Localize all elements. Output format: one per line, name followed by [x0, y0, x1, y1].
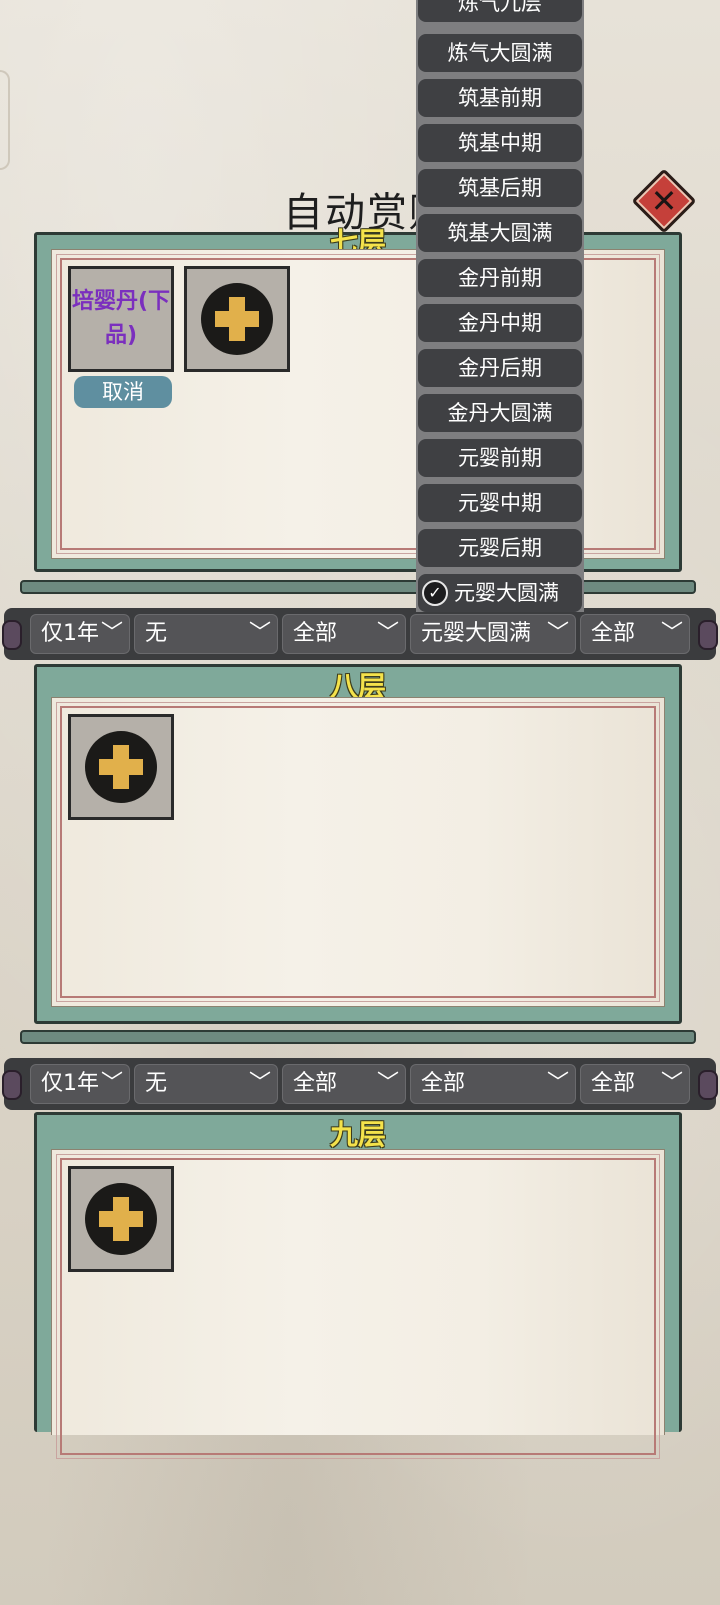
duration-dropdown[interactable]: 仅1年 ﹀: [30, 614, 130, 654]
chevron-down-icon: ﹀: [546, 621, 569, 646]
chevron-down-icon: ﹀: [660, 1071, 683, 1096]
cancel-button[interactable]: 取消: [74, 376, 172, 408]
reward-slot-item[interactable]: 培婴丹(下品): [68, 266, 174, 372]
bar-end-cap: [2, 1070, 22, 1100]
plus-icon: [85, 1183, 157, 1255]
dropdown-option[interactable]: 金丹大圆满: [418, 394, 582, 432]
checkmark-icon: ✓: [422, 580, 448, 606]
dropdown-option[interactable]: 筑基中期: [418, 124, 582, 162]
close-icon[interactable]: ✕: [641, 178, 687, 224]
dropdown-option[interactable]: 元婴前期: [418, 439, 582, 477]
panel-paper: [51, 697, 665, 1007]
category-dropdown[interactable]: 全部 ﹀: [282, 614, 406, 654]
tier-panel-9: 九层: [34, 1112, 682, 1459]
chevron-down-icon: ﹀: [376, 1071, 399, 1096]
duration-dropdown[interactable]: 仅1年 ﹀: [30, 1064, 130, 1104]
misc-dropdown[interactable]: 全部 ﹀: [580, 1064, 690, 1104]
dropdown-option[interactable]: 筑基大圆满: [418, 214, 582, 252]
plus-icon: [85, 731, 157, 803]
type-dropdown[interactable]: 无 ﹀: [134, 614, 278, 654]
bar-end-cap: [698, 620, 718, 650]
item-name: 培婴丹(下品): [71, 289, 171, 348]
misc-dropdown[interactable]: 全部 ﹀: [580, 614, 690, 654]
dropdown-option[interactable]: 炼气大圆满: [418, 34, 582, 72]
dropdown-option[interactable]: 元婴后期: [418, 529, 582, 567]
realm-dropdown[interactable]: 全部 ﹀: [410, 1064, 576, 1104]
dropdown-option[interactable]: 炼气九层: [418, 0, 582, 22]
category-dropdown[interactable]: 全部 ﹀: [282, 1064, 406, 1104]
bar-end-cap: [2, 620, 22, 650]
scroll-rod: [20, 580, 696, 594]
chevron-down-icon: ﹀: [660, 621, 683, 646]
realm-dropdown[interactable]: 元婴大圆满 ﹀: [410, 614, 576, 654]
chevron-down-icon: ﹀: [248, 621, 271, 646]
dropdown-option[interactable]: 元婴中期: [418, 484, 582, 522]
plus-icon: [201, 283, 273, 355]
scroll-rod: [20, 1030, 696, 1044]
chevron-down-icon: ﹀: [100, 621, 123, 646]
dropdown-option[interactable]: 金丹中期: [418, 304, 582, 342]
chevron-down-icon: ﹀: [100, 1071, 123, 1096]
dropdown-option[interactable]: 筑基后期: [418, 169, 582, 207]
add-reward-slot[interactable]: [184, 266, 290, 372]
dropdown-option-selected[interactable]: ✓ 元婴大圆满: [418, 574, 582, 612]
realm-dropdown-list: 炼气九层 炼气大圆满 筑基前期 筑基中期 筑基后期 筑基大圆满 金丹前期 金丹中…: [416, 0, 584, 612]
filter-bar: 仅1年 ﹀ 无 ﹀ 全部 ﹀ 全部 ﹀ 全部 ﹀: [2, 1058, 718, 1110]
add-reward-slot[interactable]: [68, 714, 174, 820]
side-handle: [0, 70, 10, 170]
chevron-down-icon: ﹀: [376, 621, 399, 646]
type-dropdown[interactable]: 无 ﹀: [134, 1064, 278, 1104]
chevron-down-icon: ﹀: [248, 1071, 271, 1096]
tier-label: 九层: [329, 1118, 386, 1151]
dropdown-option[interactable]: 金丹前期: [418, 259, 582, 297]
tier-panel-7: 七层 培婴丹(下品) 取消: [34, 226, 682, 572]
dropdown-option[interactable]: 金丹后期: [418, 349, 582, 387]
panel-paper: [51, 1149, 665, 1459]
chevron-down-icon: ﹀: [546, 1071, 569, 1096]
bar-end-cap: [698, 1070, 718, 1100]
dropdown-option[interactable]: 筑基前期: [418, 79, 582, 117]
add-reward-slot[interactable]: [68, 1166, 174, 1272]
filter-bar: 仅1年 ﹀ 无 ﹀ 全部 ﹀ 元婴大圆满 ﹀ 全部 ﹀: [2, 608, 718, 660]
tier-panel-8: 八层: [34, 664, 682, 1024]
